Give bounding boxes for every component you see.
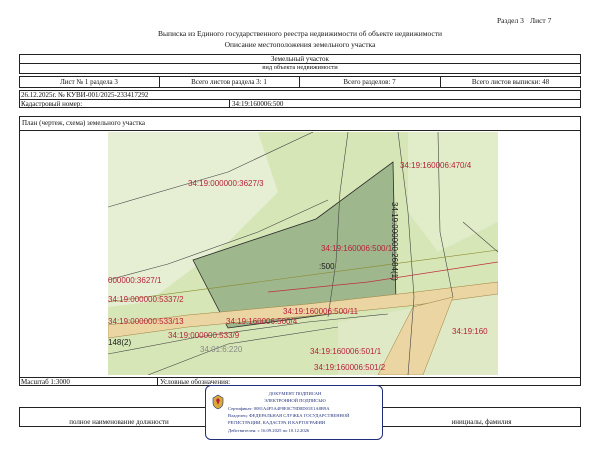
map-label: 34:19:160006:500/1 (321, 244, 393, 253)
stamp-line-4: Владелец: ФЕДЕРАЛЬНАЯ СЛУЖБА ГОСУДАРСТВЕ… (228, 413, 350, 418)
date-number: 26.12.2025г. № КУВИ-001/2025-233417292 (21, 91, 149, 99)
map-label: 34:19:160006:501/1 (310, 347, 382, 356)
sheet-number: Лист 7 (530, 16, 552, 25)
map-label: 34:01:6:220 (200, 345, 243, 354)
map-scale: Масштаб 1:3000 (21, 378, 70, 386)
stamp-line-2: ЭЛЕКТРОННОЙ ПОДПИСЬЮ (264, 398, 326, 403)
plan-caption: План (чертеж, схема) земельного участка (22, 119, 146, 127)
map-label: :500 (319, 262, 335, 271)
stamp-line-3: Сертификат: 0081A4F5A4F8E0C78D8D01E1A8B9… (228, 406, 330, 411)
name-caption: инициалы, фамилия (451, 418, 512, 426)
sheets-total: Всего листов выписки: 48 (471, 78, 550, 86)
stamp-line-1: ДОКУМЕНТ ПОДПИСАН (268, 391, 322, 396)
divider (157, 378, 158, 386)
map-label: 34:19:160006:501/2 (314, 363, 386, 372)
divider (19, 130, 581, 131)
sheets-in-section: Всего листов раздела 3: 1 (191, 78, 267, 86)
cadastral-map: 34:19:000000:3627/3 34:19:160006:470/4 3… (108, 132, 498, 375)
position-caption: полное наименование должности (69, 418, 169, 426)
electronic-signature-stamp: ДОКУМЕНТ ПОДПИСАН ЭЛЕКТРОННОЙ ПОДПИСЬЮ С… (205, 385, 383, 440)
document-title: Выписка из Единого государственного реес… (157, 29, 443, 38)
stamp-line-6: Действителен: с 16.09.2025 по 10.12.2026 (228, 428, 310, 433)
sheet-of-section: Лист № 1 раздела 3 (60, 78, 118, 86)
map-label: 34:19:000000:533/13 (108, 317, 184, 326)
map-label: 34:19:000000:3627/3 (188, 179, 264, 188)
stamp-line-5: РЕГИСТРАЦИИ, КАДАСТРА И КАРТОГРАФИИ (228, 420, 326, 425)
map-label: 148(2) (108, 338, 132, 347)
map-label: 34:19:160 (452, 327, 488, 336)
map-label: 34:19:160006:500/4 (226, 317, 298, 326)
divider (19, 99, 581, 100)
map-label: 34:19:160006:500/11 (283, 307, 359, 316)
map-label: 000000:3627/1 (108, 276, 162, 285)
document-subtitle: Описание местоположения земельного участ… (224, 40, 376, 49)
map-label: 34:19:160006:470/4 (400, 161, 472, 170)
map-label: 34:19:000000:5337/2 (108, 295, 184, 304)
divider (229, 99, 230, 108)
object-type: Земельный участок (271, 55, 329, 63)
cadastral-number: 34:19:160006:500 (232, 100, 284, 108)
object-kind-caption: вид объекта недвижимости (262, 64, 338, 71)
map-label: 34:19:000000:2684(1) (390, 202, 399, 281)
sections-total: Всего разделов: 7 (343, 78, 396, 86)
cadastral-label: Кадастровый номер: (21, 100, 83, 108)
section-number: Раздел 3 (497, 16, 524, 25)
map-label: 34:19:000000:533/9 (168, 331, 240, 340)
